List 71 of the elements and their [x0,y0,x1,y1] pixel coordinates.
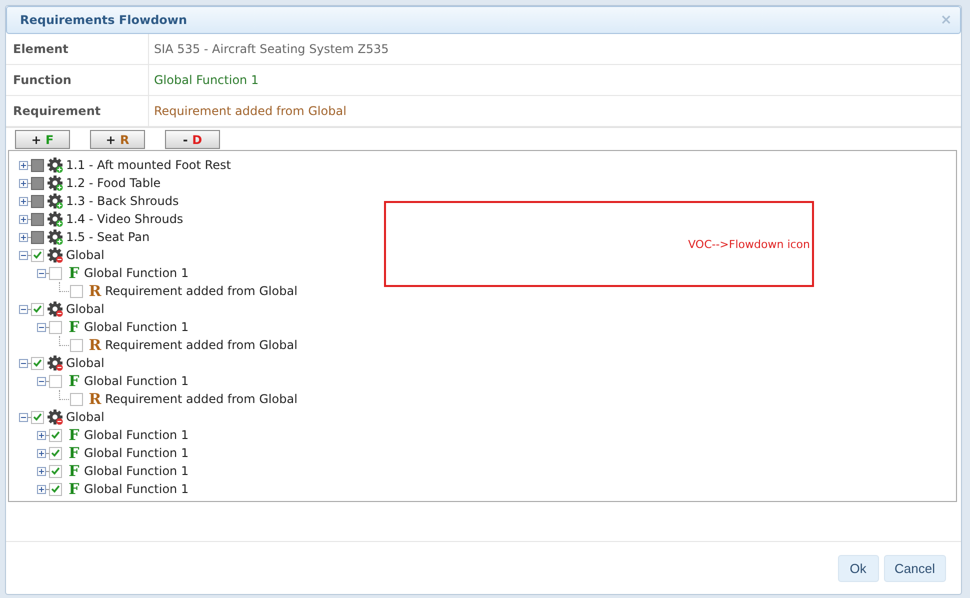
gear-minus-icon [47,409,63,425]
tree-item[interactable]: Global Function 1 [84,374,189,388]
expand-icon[interactable] [37,448,46,458]
tree-item[interactable]: Global Function 1 [84,320,189,334]
ok-button[interactable]: Ok [838,554,879,582]
tree-item[interactable]: Global [66,248,104,262]
collapse-icon[interactable] [19,304,28,314]
checkbox[interactable] [49,428,62,442]
collapse-icon[interactable] [19,358,28,368]
delete-button[interactable]: - D [165,130,220,149]
requirement-letter-icon: R [88,336,102,354]
gear-plus-icon [47,211,63,227]
add-button[interactable]: + F [15,130,70,149]
dialog-title: Requirements Flowdown [20,13,188,27]
cancel-button[interactable]: Cancel [884,554,946,582]
tree-item[interactable]: Requirement added from Global [105,338,298,352]
tree-item[interactable]: Global [66,302,104,316]
field-label: Requirement [6,96,149,127]
checkbox[interactable] [49,320,62,334]
field-value: SIA 535 - Aircraft Seating System Z535 [149,34,961,65]
tree-item[interactable]: Global Function 1 [84,428,189,442]
tree-item[interactable]: Requirement added from Global [105,392,298,406]
function-letter-icon: F [67,372,81,390]
collapse-icon[interactable] [37,376,46,386]
checkbox[interactable] [49,464,62,478]
checkbox[interactable] [70,284,83,298]
requirement-letter-icon: R [88,390,102,408]
function-letter-icon: F [67,426,81,444]
gear-minus-icon [47,247,63,263]
gear-plus-icon [47,157,63,173]
annotation-text: VOC-->Flowdown icon [688,238,810,250]
collapse-icon[interactable] [19,412,28,422]
collapse-icon[interactable] [37,268,46,278]
gear-plus-icon [47,229,63,245]
checkbox[interactable] [70,392,83,406]
tree-item[interactable]: Global Function 1 [84,482,189,496]
checkbox[interactable] [49,446,62,460]
tree-item[interactable]: Global Function 1 [84,446,189,460]
function-letter-icon: F [67,318,81,336]
gear-minus-icon [47,355,63,371]
field-value: Requirement added from Global [149,96,961,127]
checkbox[interactable] [31,410,44,424]
field-value: Global Function 1 [149,65,961,96]
function-letter-icon: F [67,264,81,282]
checkbox[interactable] [49,482,62,496]
tree-item[interactable]: Requirement added from Global [105,284,298,298]
checkbox[interactable] [70,338,83,352]
checkbox[interactable] [49,374,62,388]
gear-plus-icon [47,193,63,209]
function-letter-icon: F [67,462,81,480]
field-label: Element [6,34,149,65]
tree-item[interactable]: Global [66,356,104,370]
requirement-letter-icon: R [88,282,102,300]
tree-item[interactable]: Global [66,410,104,424]
expand-icon[interactable] [37,430,46,440]
field-label: Function [6,65,149,96]
function-letter-icon: F [67,444,81,462]
collapse-icon[interactable] [37,322,46,332]
checkbox[interactable] [31,356,44,370]
gear-minus-icon [47,301,63,317]
gear-plus-icon [47,175,63,191]
checkbox[interactable] [49,266,62,280]
add-button[interactable]: + R [90,130,145,149]
collapse-icon[interactable] [19,250,28,260]
expand-icon[interactable] [37,466,46,476]
checkbox[interactable] [31,248,44,262]
function-letter-icon: F [67,480,81,498]
expand-icon[interactable] [37,484,46,494]
checkbox[interactable] [31,302,44,316]
tree-item[interactable]: Global Function 1 [84,464,189,478]
tree-item[interactable]: Global Function 1 [84,266,189,280]
